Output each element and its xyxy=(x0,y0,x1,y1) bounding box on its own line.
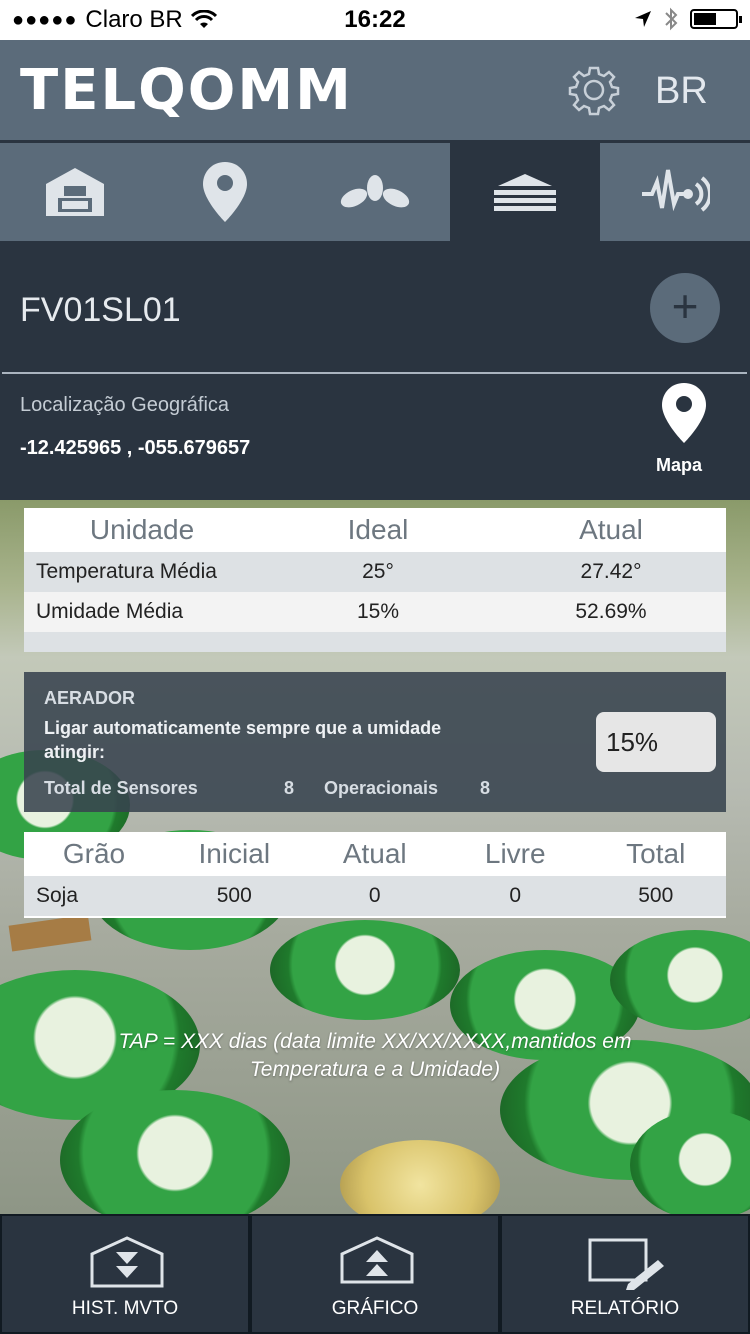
table-footer xyxy=(24,632,726,652)
battery-icon xyxy=(690,9,742,29)
table-cell: 27.42° xyxy=(580,560,642,583)
language-selector[interactable]: BR xyxy=(655,70,708,113)
relatorio-button[interactable]: RELATÓRIO xyxy=(500,1214,750,1334)
table-row: Soja 500 0 0 500 xyxy=(24,876,726,916)
grafico-label: GRÁFICO xyxy=(331,1298,419,1319)
table-cell: 500 xyxy=(216,884,252,907)
table-row: Umidade Média 15% 52.69% xyxy=(24,592,726,632)
geo-coordinates: -12.425965 , -055.679657 xyxy=(20,437,251,459)
aerator-panel: AERADOR Ligar automaticamente sempre que… xyxy=(24,672,726,812)
table-cell: Umidade Média xyxy=(36,600,184,623)
operational-value: 8 xyxy=(480,778,491,798)
app-header: TELQOMM BR xyxy=(0,40,750,140)
background-badge xyxy=(60,1090,290,1214)
relatorio-label: RELATÓRIO xyxy=(570,1298,680,1319)
background-stick xyxy=(8,914,92,952)
silo-layers-icon xyxy=(494,174,556,211)
table-cell: 0 xyxy=(368,884,381,907)
grain-table: Grão Inicial Atual Livre Total Soja 500 … xyxy=(24,832,726,918)
tab-sensors[interactable] xyxy=(600,143,750,241)
column-header: Livre xyxy=(484,838,546,869)
column-header: Total xyxy=(626,838,686,869)
background-coin xyxy=(340,1140,500,1214)
table-cell: Soja xyxy=(36,884,79,907)
map-button-label[interactable]: Mapa xyxy=(656,455,702,476)
silo-info-panel: FV01SL01 + Localização Geográfica -12.42… xyxy=(0,241,750,501)
column-header: Atual xyxy=(579,514,643,545)
column-header: Ideal xyxy=(347,514,409,545)
table-cell: 15% xyxy=(356,600,400,623)
column-header: Atual xyxy=(342,838,407,869)
tab-location[interactable] xyxy=(150,143,300,241)
tab-barn[interactable] xyxy=(0,143,150,241)
table-cell: Temperatura Média xyxy=(36,560,217,583)
table-header: Grão Inicial Atual Livre Total xyxy=(24,832,726,876)
leaf-sprout-icon xyxy=(340,175,410,208)
hist-mvto-label: HIST. MVTO xyxy=(71,1298,179,1319)
sensor-signal-icon xyxy=(642,169,710,212)
column-header: Inicial xyxy=(198,838,271,869)
history-movement-icon xyxy=(90,1236,164,1288)
grafico-button[interactable]: GRÁFICO xyxy=(250,1214,500,1334)
table-cell: 25° xyxy=(362,560,394,583)
table-cell: 500 xyxy=(638,884,674,907)
background-badge xyxy=(270,920,460,1020)
tab-silo[interactable] xyxy=(450,143,600,241)
column-header: Unidade xyxy=(89,514,195,545)
humidity-threshold-input[interactable]: 15% xyxy=(596,712,716,772)
geo-location-label: Localização Geográfica xyxy=(20,394,230,416)
report-edit-icon xyxy=(588,1238,664,1290)
gear-icon[interactable] xyxy=(568,64,620,116)
silo-name: FV01SL01 xyxy=(20,291,181,329)
location-pin-icon xyxy=(203,162,247,222)
tab-crop[interactable] xyxy=(300,143,450,241)
divider xyxy=(2,372,747,374)
table-cell: 52.69% xyxy=(575,600,647,623)
bottom-nav: HIST. MVTO GRÁFICO RELATÓRIO xyxy=(0,1214,750,1334)
aerator-description: Ligar automaticamente sempre que a umida… xyxy=(44,718,442,762)
map-pin-icon[interactable] xyxy=(656,381,712,445)
operational-label: Operacionais xyxy=(324,778,439,798)
tab-bar xyxy=(0,143,750,241)
aerator-title: AERADOR xyxy=(44,688,136,708)
status-bar: ●●●●● Claro BR 16:22 xyxy=(0,0,750,40)
barn-icon xyxy=(46,168,104,216)
plus-icon: + xyxy=(671,280,699,332)
hist-mvto-button[interactable]: HIST. MVTO xyxy=(0,1214,250,1334)
units-table: Unidade Ideal Atual Temperatura Média 25… xyxy=(24,508,726,652)
sensors-total-label: Total de Sensores xyxy=(44,778,198,798)
table-header: Unidade Ideal Atual xyxy=(24,508,726,552)
tap-note: TAP = XXX dias (data limite XX/XX/XXXX,m… xyxy=(118,1030,632,1081)
app-logo: TELQOMM xyxy=(20,58,353,123)
table-cell: 0 xyxy=(509,884,522,907)
table-row: Temperatura Média 25° 27.42° xyxy=(24,552,726,592)
column-header: Grão xyxy=(62,838,126,869)
add-button[interactable]: + xyxy=(650,273,720,343)
sensors-total-value: 8 xyxy=(284,778,295,798)
bluetooth-icon xyxy=(665,7,678,31)
chart-upload-icon xyxy=(340,1236,414,1284)
location-arrow-icon xyxy=(635,11,651,27)
